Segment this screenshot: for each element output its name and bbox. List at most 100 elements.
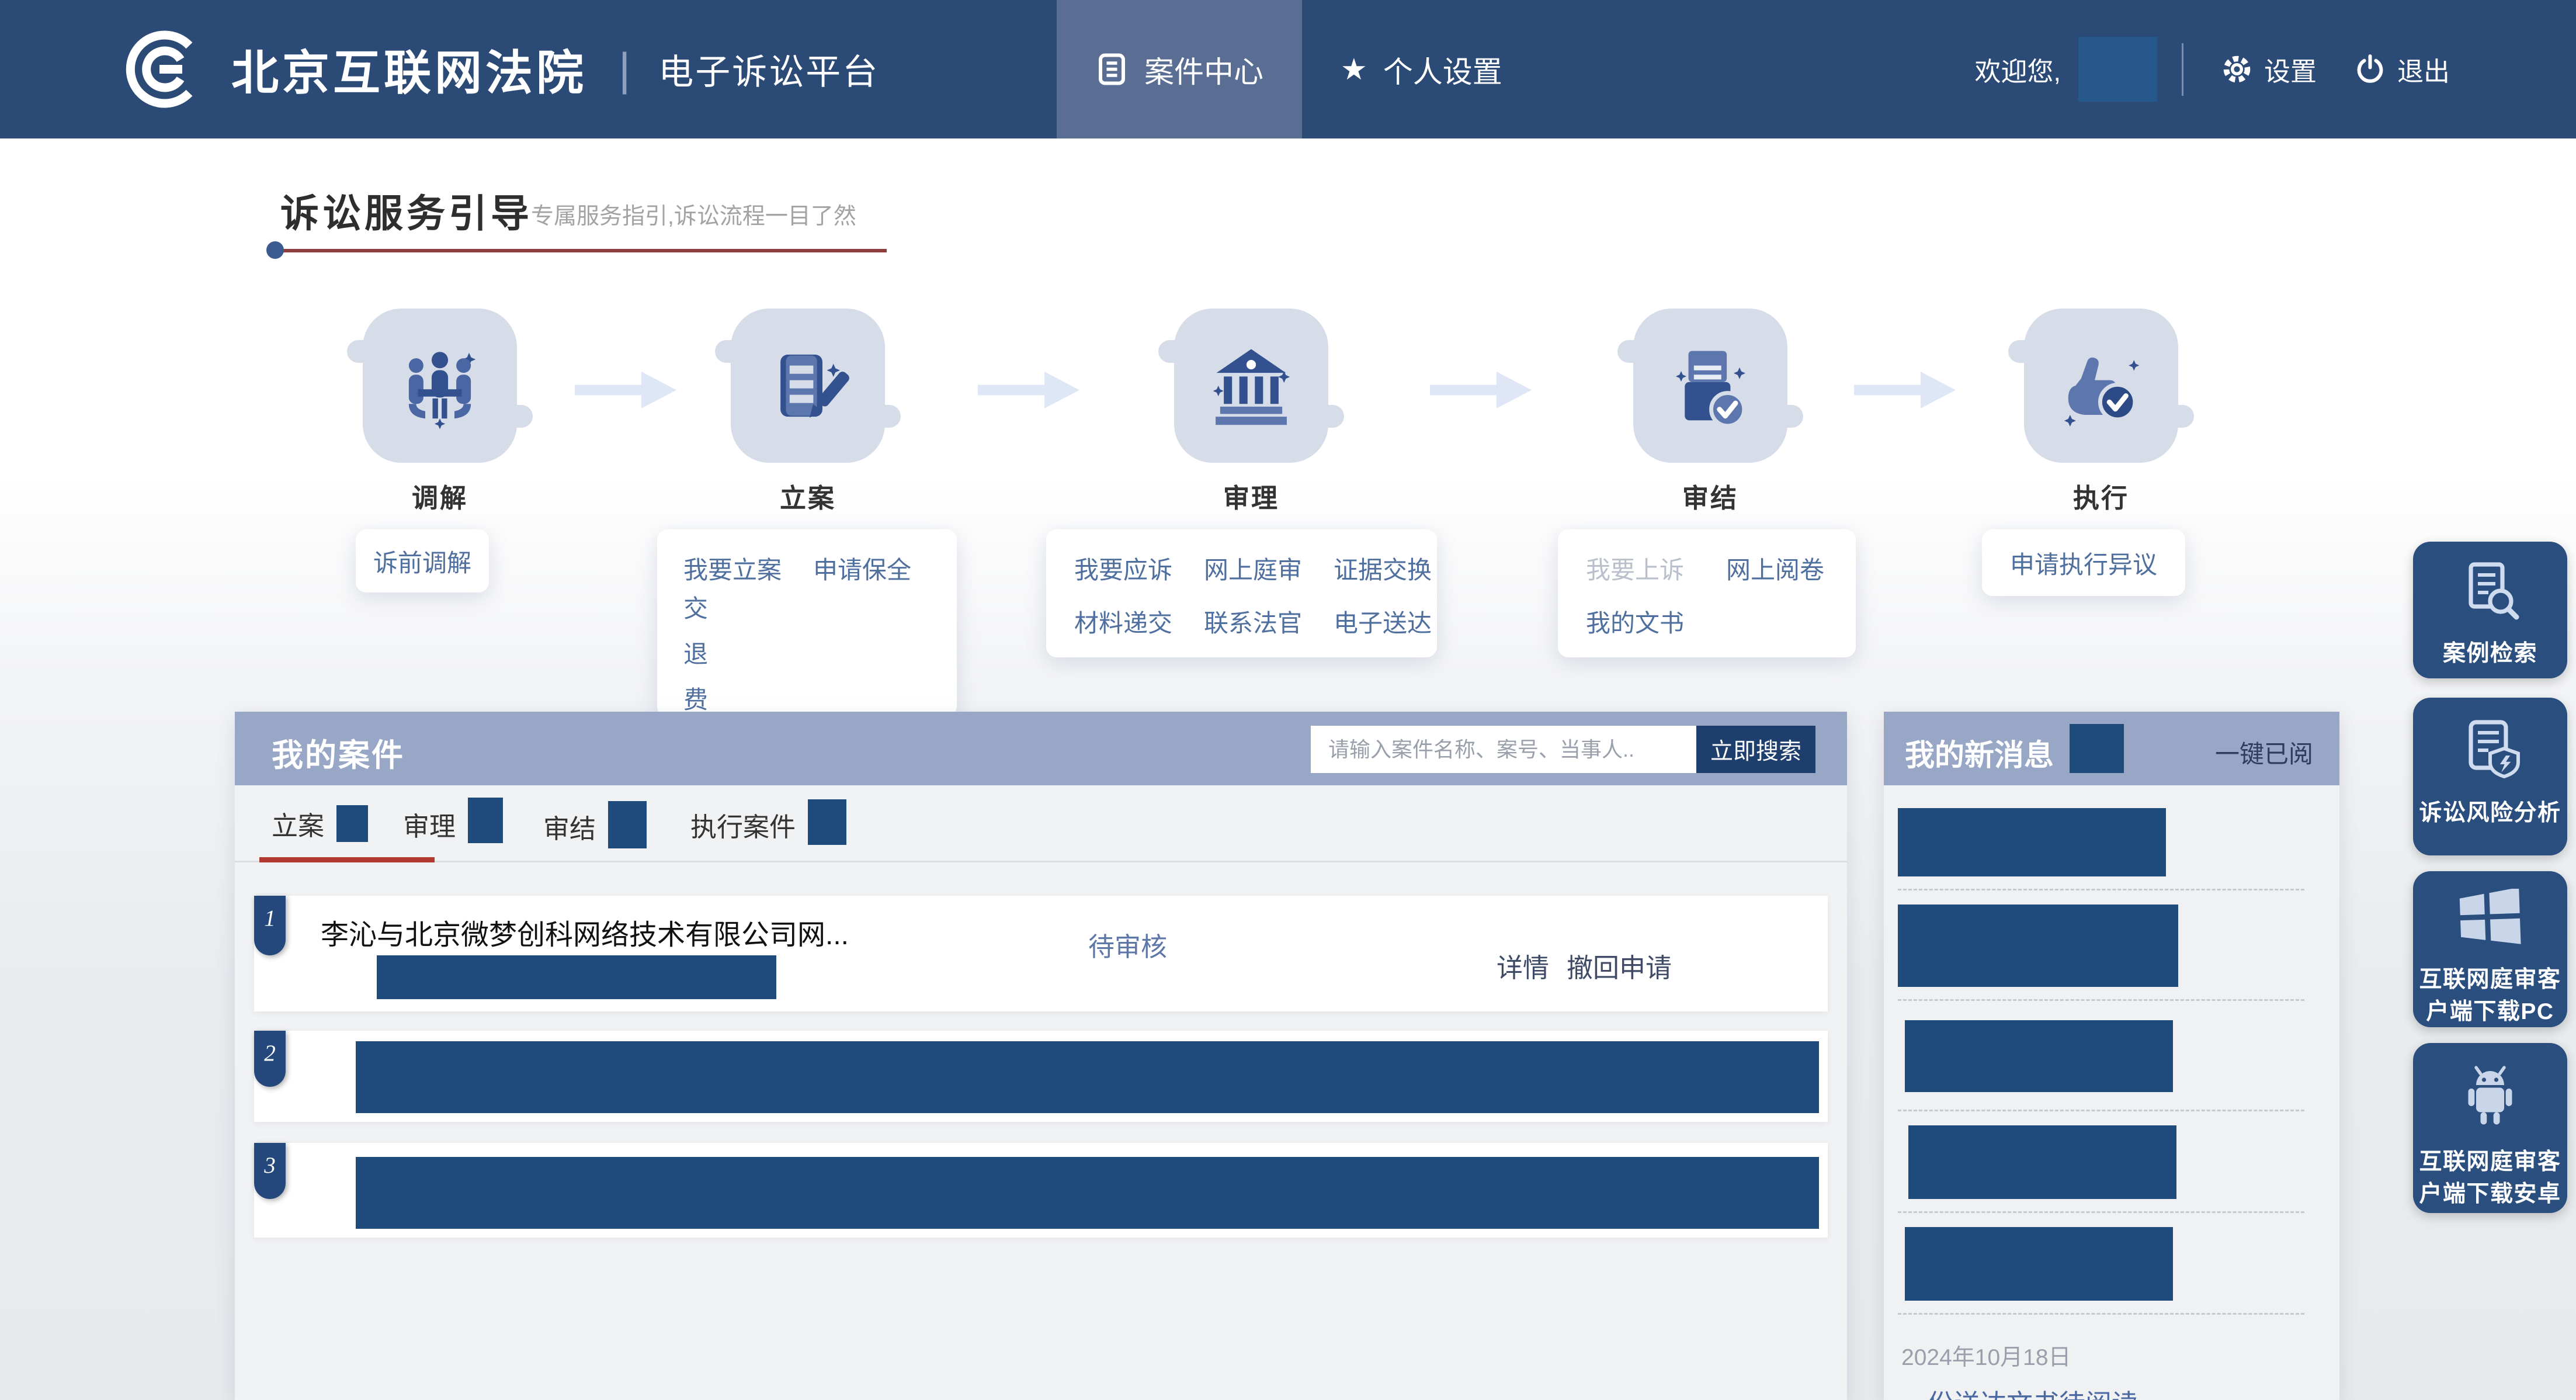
logout-button[interactable]: 退出 xyxy=(2355,50,2450,88)
message-divider xyxy=(1898,1110,2304,1111)
tab-trial[interactable]: 审理 xyxy=(403,805,503,843)
link-respond-suit[interactable]: 我要应诉 xyxy=(1074,550,1172,586)
nav-case-center[interactable]: 案件中心 xyxy=(1057,0,1302,138)
nav-label: 案件中心 xyxy=(1144,48,1263,91)
case-number-ribbon: 1 xyxy=(254,896,286,955)
messages-title: 我的新消息 xyxy=(1905,731,2054,774)
my-cases-title: 我的案件 xyxy=(272,729,405,775)
guide-underline xyxy=(277,249,887,252)
message-document-link[interactable]: 一份送达文书待阅读 xyxy=(1901,1382,2318,1400)
case-detail-link[interactable]: 详情 xyxy=(1497,947,1549,985)
flow-arrow-icon xyxy=(1854,372,1956,408)
case-row[interactable]: 1 李沁与北京微梦创科网络技术有限公司网... 待审核 详情 撤回申请 xyxy=(254,896,1828,1011)
message-item-redacted[interactable] xyxy=(1898,808,2166,876)
settings-button[interactable]: 设置 xyxy=(2222,50,2317,88)
download-pc-client-button[interactable]: 互联网庭审客户端下载PC xyxy=(2413,871,2567,1027)
header-user-area: 欢迎您, 设置 退出 xyxy=(1974,0,2450,138)
step-label: 调解 xyxy=(343,477,536,515)
download-android-client-button[interactable]: 互联网庭审客户端下载安卓 xyxy=(2413,1043,2567,1213)
star-icon: ★ xyxy=(1341,52,1367,87)
link-pay-refund-fee-char[interactable]: 退 xyxy=(683,640,708,668)
nav-label: 个人设置 xyxy=(1383,48,1502,91)
gear-icon xyxy=(2222,54,2252,84)
tab-label: 执行案件 xyxy=(690,806,796,844)
link-pay-refund-fee-char[interactable]: 交 xyxy=(683,595,708,622)
message-divider xyxy=(1898,999,2304,1001)
message-item-redacted[interactable] xyxy=(1905,1227,2173,1301)
step-conclusion: 审结 xyxy=(1614,309,1807,515)
link-enforcement-objection[interactable]: 申请执行异议 xyxy=(2010,545,2157,581)
flow-arrow-icon xyxy=(978,372,1079,408)
case-search-button[interactable]: 立即搜索 xyxy=(1696,726,1815,773)
enforcement-links-card: 申请执行异议 xyxy=(1982,529,2185,596)
my-cases-panel: 我的案件 立即搜索 立案 审理 审结 执行案件 1 xyxy=(235,712,1847,1400)
link-evidence-exchange[interactable]: 证据交换 xyxy=(1334,550,1432,586)
enforcement-icon xyxy=(2024,309,2178,463)
case-search-input[interactable] xyxy=(1311,726,1696,773)
court-name: 北京互联网法院 xyxy=(231,35,587,103)
step-enforcement: 执行 xyxy=(2005,309,2197,515)
case-list-icon xyxy=(1095,53,1129,86)
message-divider xyxy=(1898,889,2304,890)
message-item-redacted[interactable] xyxy=(1908,1125,2176,1199)
case-search-tool-button[interactable]: 案例检索 xyxy=(2413,542,2567,678)
guide-section-subtitle: 专属服务指引,诉讼流程一目了然 xyxy=(531,198,856,231)
link-pretrial-mediation[interactable]: 诉前调解 xyxy=(373,543,471,579)
messages-list: 2024年10月18日 一份送达文书待阅读 xyxy=(1898,808,2318,1400)
side-button-label: 诉讼风险分析 xyxy=(2418,798,2562,830)
step-filing: 立案 xyxy=(711,309,904,515)
link-online-hearing[interactable]: 网上庭审 xyxy=(1204,550,1302,586)
link-electronic-service[interactable]: 电子送达 xyxy=(1334,604,1432,639)
message-date: 2024年10月18日 xyxy=(1901,1339,2318,1372)
message-item-redacted[interactable] xyxy=(1905,1020,2173,1092)
case-title: 李沁与北京微梦创科网络技术有限公司网... xyxy=(321,912,849,952)
step-label: 执行 xyxy=(2005,477,2197,515)
case-tabs: 立案 审理 审结 执行案件 xyxy=(235,785,1847,862)
case-withdraw-link[interactable]: 撤回申请 xyxy=(1567,947,1672,985)
case-row[interactable]: 3 xyxy=(254,1143,1828,1238)
court-logo-icon xyxy=(116,23,209,116)
filing-links-card: 我要立案 申请保全 交 退 费 xyxy=(657,529,957,717)
tab-label: 审结 xyxy=(543,808,596,845)
tab-count-redacted xyxy=(336,805,368,842)
case-row[interactable]: 2 xyxy=(254,1031,1828,1122)
link-submit-materials[interactable]: 材料递交 xyxy=(1074,604,1172,639)
header-divider xyxy=(2182,43,2183,96)
welcome-text: 欢迎您, xyxy=(1974,50,2061,88)
step-label: 审理 xyxy=(1155,477,1348,515)
platform-name: 电子诉讼平台 xyxy=(658,44,879,95)
tab-label: 审理 xyxy=(403,805,456,843)
link-my-documents[interactable]: 我的文书 xyxy=(1586,604,1684,639)
guide-underline-dot xyxy=(266,241,284,259)
trial-links-card: 我要应诉 网上庭审 证据交换 材料递交 联系法官 电子送达 xyxy=(1046,529,1437,657)
android-icon xyxy=(2455,1061,2525,1131)
link-contact-judge[interactable]: 联系法官 xyxy=(1204,604,1302,639)
logout-label: 退出 xyxy=(2397,50,2450,88)
message-item-redacted[interactable] xyxy=(1898,905,2178,987)
windows-icon xyxy=(2455,889,2525,948)
link-appeal[interactable]: 我要上诉 xyxy=(1586,550,1684,586)
settings-label: 设置 xyxy=(2264,50,2317,88)
link-apply-preservation[interactable]: 申请保全 xyxy=(813,550,911,586)
tab-label: 立案 xyxy=(272,805,324,843)
conclusion-links-card: 我要上诉 网上阅卷 我的文书 xyxy=(1558,529,1856,657)
step-trial: 审理 xyxy=(1155,309,1348,515)
link-file-case[interactable]: 我要立案 xyxy=(683,550,782,586)
mark-all-read-button[interactable]: 一键已阅 xyxy=(2215,734,2313,770)
tab-concluded[interactable]: 审结 xyxy=(543,805,647,848)
username-redacted xyxy=(2078,37,2157,102)
nav-personal-settings[interactable]: ★ 个人设置 xyxy=(1302,0,1541,138)
link-online-file-review[interactable]: 网上阅卷 xyxy=(1726,550,1824,586)
brand-divider: | xyxy=(619,43,630,96)
header: 北京互联网法院 | 电子诉讼平台 案件中心 ★ 个人设置 欢迎您, 设置 xyxy=(0,0,2576,138)
case-search-icon xyxy=(2459,559,2522,622)
litigation-risk-button[interactable]: 诉讼风险分析 xyxy=(2413,698,2567,855)
case-number-ribbon: 2 xyxy=(254,1031,286,1087)
page: 北京互联网法院 | 电子诉讼平台 案件中心 ★ 个人设置 欢迎您, 设置 xyxy=(0,0,2576,1400)
link-pay-refund-fee-char[interactable]: 费 xyxy=(683,686,708,713)
tab-filing[interactable]: 立案 xyxy=(272,805,368,843)
step-label: 立案 xyxy=(711,477,904,515)
step-mediation: 调解 xyxy=(343,309,536,515)
mediation-links-card: 诉前调解 xyxy=(356,529,489,592)
tab-enforcement-cases[interactable]: 执行案件 xyxy=(690,805,846,845)
